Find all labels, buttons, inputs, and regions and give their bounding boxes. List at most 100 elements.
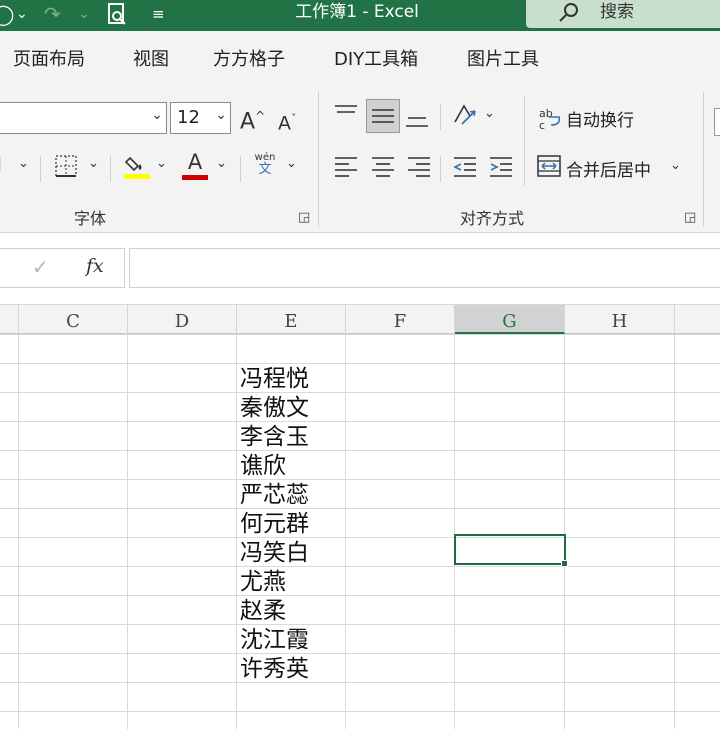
chevron-down-icon[interactable]: ⌄: [215, 107, 227, 123]
customize-qat-icon[interactable]: ≡: [152, 2, 165, 26]
shrink-font-glyph: A: [278, 112, 291, 135]
chevron-down-icon[interactable]: ⌄: [151, 107, 163, 123]
worksheet[interactable]: C D E F G H 冯程悦 秦傲文 李含玉 谯欣 严芯蕊 何元群 冯笑白 尤…: [0, 305, 720, 729]
number-format-box[interactable]: [714, 108, 720, 136]
cell-e[interactable]: 李含玉: [240, 423, 350, 451]
search-label: 搜索: [600, 2, 634, 22]
tab-view[interactable]: 视图: [133, 48, 169, 72]
svg-text:c: c: [539, 119, 545, 131]
chevron-down-icon[interactable]: ⌄: [286, 156, 297, 171]
middle-align-button[interactable]: [366, 99, 400, 133]
cell-e[interactable]: 冯程悦: [240, 365, 350, 393]
wrap-text-button[interactable]: 自动换行: [566, 106, 634, 131]
active-cell[interactable]: [454, 534, 566, 565]
ribbon-tabs: 页面布局 视图 方方格子 DIY工具箱 图片工具: [0, 31, 720, 86]
gridline: [0, 450, 720, 451]
tab-picture-tools[interactable]: 图片工具: [467, 48, 539, 72]
search-box[interactable]: 搜索: [526, 0, 720, 28]
dialog-launcher-icon[interactable]: ◲: [684, 210, 696, 225]
redo-icon[interactable]: ↷: [44, 2, 61, 26]
chevron-down-icon[interactable]: ⌄: [216, 156, 227, 171]
alignment-group-label: 对齐方式: [460, 209, 525, 228]
formula-input[interactable]: [129, 248, 720, 288]
bottom-align-icon[interactable]: [404, 108, 430, 134]
column-header-e[interactable]: E: [237, 305, 346, 334]
font-color-swatch: [182, 175, 208, 180]
cell-e[interactable]: 谯欣: [240, 452, 350, 480]
cell-e[interactable]: 许秀英: [240, 655, 350, 683]
merge-center-icon[interactable]: [536, 154, 562, 182]
column-header-b[interactable]: [0, 305, 19, 334]
gridline: [0, 624, 720, 625]
align-center-icon[interactable]: [370, 154, 396, 182]
print-preview-icon[interactable]: [106, 2, 128, 31]
wrap-text-icon[interactable]: ab c: [537, 105, 563, 135]
cell-e[interactable]: 沈江霞: [240, 626, 350, 654]
tab-fangfangezi[interactable]: 方方格子: [213, 48, 285, 72]
gridline: [0, 334, 720, 335]
underline-button[interactable]: I: [0, 153, 2, 177]
fill-color-icon[interactable]: [124, 152, 150, 184]
cell-e[interactable]: 尤燕: [240, 568, 350, 596]
column-header-i[interactable]: [675, 305, 720, 334]
separator: [40, 156, 41, 182]
column-header-c[interactable]: C: [19, 305, 128, 334]
autosave-icon[interactable]: ◯: [0, 2, 14, 26]
shrink-font-button[interactable]: Aˇ: [278, 107, 297, 135]
gridline: [0, 566, 720, 567]
align-left-icon[interactable]: [333, 154, 359, 182]
cell-e[interactable]: 严芯蕊: [240, 481, 350, 509]
fill-handle[interactable]: [561, 560, 568, 567]
align-right-icon[interactable]: [406, 154, 432, 182]
separator: [318, 92, 319, 227]
chevron-down-icon[interactable]: ⌄: [88, 156, 99, 171]
gridline: [236, 334, 237, 729]
phonetic-bottom: 文: [258, 162, 272, 177]
gridline: [0, 392, 720, 393]
cell-e[interactable]: 何元群: [240, 510, 350, 538]
cell-e[interactable]: 冯笑白: [240, 539, 350, 567]
font-name-box[interactable]: ⌄: [0, 102, 167, 134]
tab-page-layout[interactable]: 页面布局: [13, 48, 85, 72]
gridline: [0, 537, 720, 538]
chevron-down-icon[interactable]: ⌄: [484, 106, 495, 121]
chevron-down-icon[interactable]: ⌄: [16, 2, 28, 26]
increase-indent-icon[interactable]: [488, 154, 514, 182]
decrease-indent-icon[interactable]: [452, 154, 478, 182]
font-group-label: 字体: [74, 209, 107, 228]
cell-e[interactable]: 赵柔: [240, 597, 350, 625]
dialog-launcher-icon[interactable]: ◲: [298, 210, 310, 225]
orientation-icon[interactable]: [452, 102, 478, 132]
column-header-f[interactable]: F: [346, 305, 455, 334]
gridline: [0, 711, 720, 712]
borders-icon[interactable]: [54, 154, 78, 182]
cell-e[interactable]: 秦傲文: [240, 394, 350, 422]
insert-function-icon[interactable]: fx: [86, 255, 104, 277]
font-size-box[interactable]: 12 ⌄: [170, 102, 231, 134]
gridline: [0, 653, 720, 654]
grow-font-button[interactable]: A^: [240, 104, 265, 134]
gridline: [564, 334, 565, 729]
phonetic-guide-button[interactable]: wén 文: [252, 152, 278, 176]
font-color-button[interactable]: A: [182, 150, 208, 180]
chevron-down-icon[interactable]: ⌄: [156, 156, 167, 171]
merge-center-button[interactable]: 合并后居中: [566, 156, 651, 181]
gridline: [0, 508, 720, 509]
gridline: [0, 363, 720, 364]
gridline: [674, 334, 675, 729]
search-icon: [558, 1, 580, 28]
separator: [110, 156, 111, 182]
top-align-icon[interactable]: [333, 102, 359, 128]
column-header-d[interactable]: D: [128, 305, 237, 334]
column-header-g[interactable]: G: [455, 305, 565, 334]
column-header-h[interactable]: H: [565, 305, 675, 334]
separator: [703, 92, 704, 227]
chevron-down-icon[interactable]: ⌄: [670, 158, 681, 173]
formula-controls: ✓ fx: [0, 248, 125, 288]
formula-bar: ✓ fx: [0, 233, 720, 305]
gridline: [18, 334, 19, 729]
chevron-down-icon[interactable]: ⌄: [18, 156, 29, 171]
enter-check-icon[interactable]: ✓: [32, 255, 49, 279]
gridline: [127, 334, 128, 729]
tab-diy-toolbox[interactable]: DIY工具箱: [334, 48, 418, 72]
